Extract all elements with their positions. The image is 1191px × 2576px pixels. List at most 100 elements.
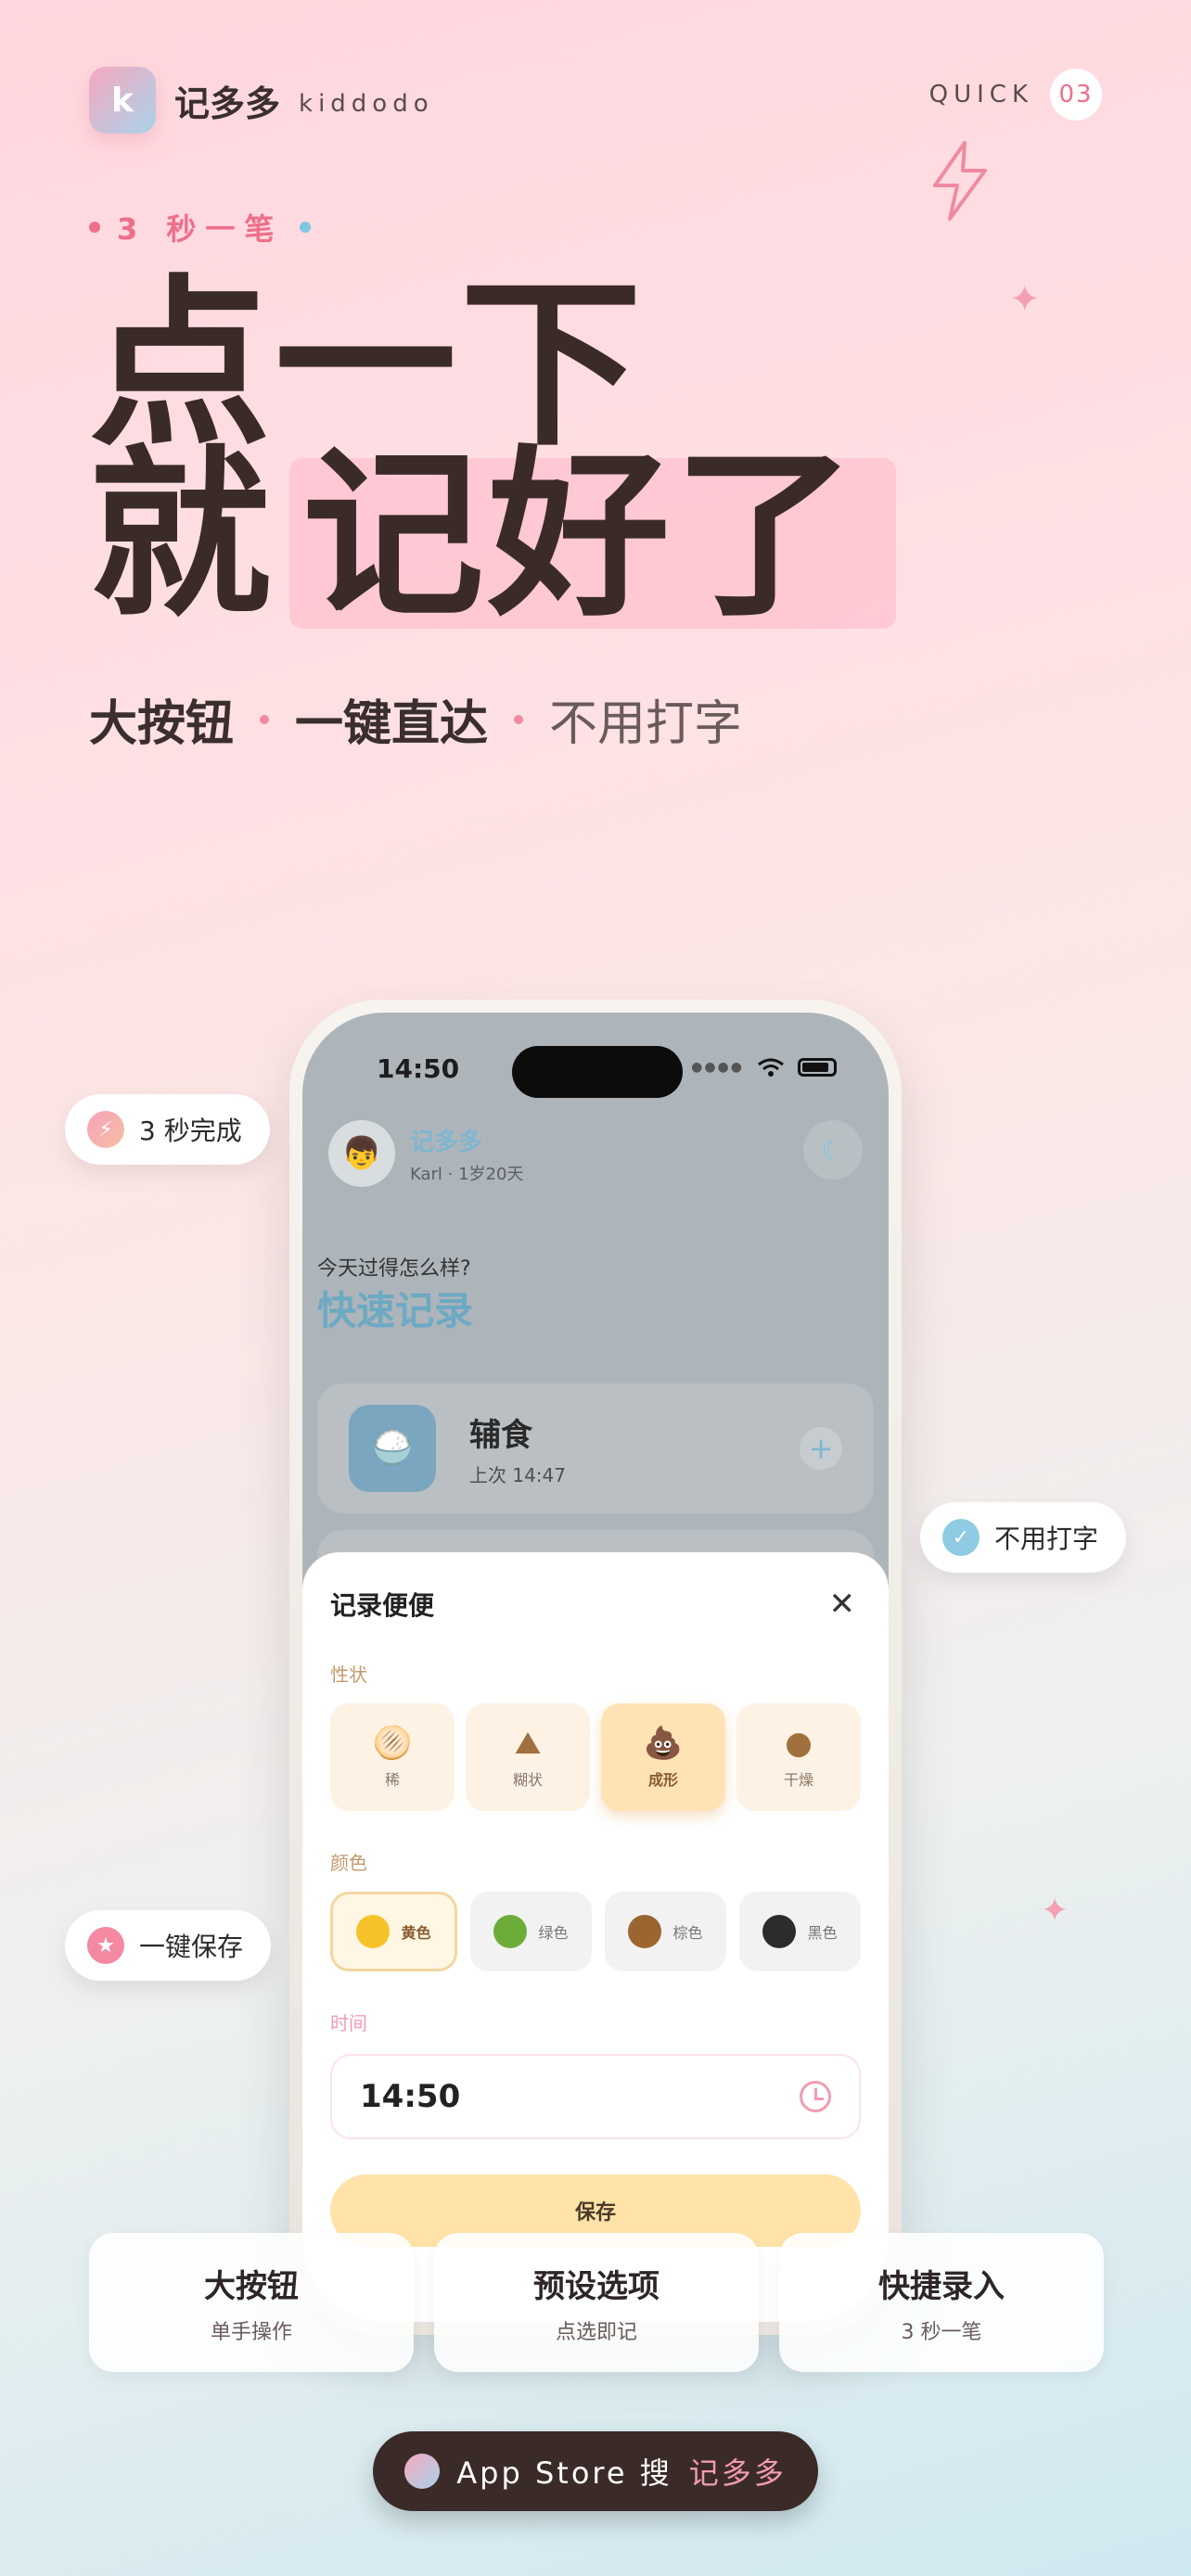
bowl-icon: 🍚 — [349, 1405, 436, 1492]
dot-decoration — [300, 222, 312, 233]
phone-screen: 14:50 ●●●● 👦 记多多 Karl · 1岁20天 ☾ 今天过得怎么样?… — [302, 1013, 889, 2322]
feature-card: 快捷录入 3 秒一笔 — [779, 2233, 1104, 2372]
subline: 大按钮 一键直达 不用打字 — [89, 684, 742, 754]
cellular-icon: ●●●● — [691, 1060, 744, 1075]
shape-option-thin[interactable]: 🫓 稀 — [330, 1703, 455, 1811]
avatar[interactable]: 👦 — [328, 1120, 395, 1187]
shape-option-dry[interactable]: ● 干燥 — [736, 1703, 861, 1811]
record-card-food[interactable]: 🍚 辅食 上次 14:47 + — [317, 1384, 874, 1513]
quick-label: QUICK — [928, 81, 1033, 108]
dot-decoration — [89, 222, 100, 233]
wifi-icon — [758, 1058, 784, 1077]
sparkle-icon: ✦ — [1041, 1892, 1069, 1930]
cta-brand: 记多多 — [688, 2455, 787, 2491]
feature-card: 大按钮 单手操作 — [89, 2233, 414, 2372]
color-options: 黄色 绿色 棕色 黑色 — [330, 1892, 861, 1971]
color-label-text: 棕色 — [672, 1924, 703, 1942]
app-logo-dot — [404, 2454, 441, 2489]
separator-dot — [514, 714, 524, 724]
sparkle-icon: ✦ — [1009, 278, 1041, 321]
user-info: Karl · 1岁20天 — [410, 1164, 524, 1184]
app-header: 👦 记多多 Karl · 1岁20天 ☾ — [328, 1120, 863, 1187]
star-icon: ★ — [87, 1927, 124, 1964]
feature-cards: 大按钮 单手操作 预设选项 点选即记 快捷录入 3 秒一笔 — [89, 2233, 1104, 2372]
color-label-text: 黑色 — [807, 1924, 838, 1942]
feature-pill-fast: ⚡ 3 秒完成 — [65, 1094, 270, 1165]
dynamic-island — [512, 1046, 683, 1098]
status-bar: 14:50 ●●●● — [302, 1046, 889, 1100]
color-label: 颜色 — [330, 1852, 367, 1874]
headline-highlight: 记好了 — [302, 430, 860, 642]
feature-title: 预设选项 — [533, 2267, 660, 2305]
color-label-text: 绿色 — [538, 1924, 569, 1942]
brand-name: 记多多 — [174, 83, 281, 124]
card-text: 辅食 上次 14:47 — [469, 1409, 566, 1487]
headline-part: 就 — [89, 430, 275, 642]
greeting-title: 快速记录 — [317, 1288, 474, 1333]
phone-mockup: 14:50 ●●●● 👦 记多多 Karl · 1岁20天 ☾ 今天过得怎么样?… — [289, 1000, 902, 2335]
moon-icon[interactable]: ☾ — [803, 1120, 863, 1180]
color-swatch — [628, 1915, 662, 1948]
thin-stool-icon: 🫓 — [372, 1725, 413, 1762]
shape-option-formed[interactable]: 💩 成形 — [601, 1703, 725, 1811]
greeting: 今天过得怎么样? — [317, 1257, 471, 1281]
pill-text: 3 秒完成 — [139, 1116, 242, 1146]
clock-icon — [800, 2081, 831, 2112]
color-option-yellow[interactable]: 黄色 — [330, 1892, 457, 1971]
subline-item: 大按钮 — [89, 696, 235, 752]
app-title: 记多多 Karl · 1岁20天 — [410, 1123, 523, 1185]
time-field[interactable]: 14:50 — [330, 2054, 861, 2139]
status-time: 14:50 — [377, 1053, 460, 1084]
battery-icon — [798, 1058, 837, 1077]
feature-title: 快捷录入 — [878, 2267, 1005, 2305]
app-name: 记多多 — [410, 1128, 483, 1156]
quick-number: 03 — [1050, 69, 1102, 121]
headline-line1: 点一下 — [89, 260, 647, 471]
color-label-text: 黄色 — [401, 1924, 431, 1942]
close-icon[interactable]: ✕ — [829, 1586, 856, 1623]
status-icons: ●●●● — [691, 1057, 837, 1078]
feature-sub: 单手操作 — [210, 2320, 292, 2344]
tagline: 3 秒一笔 — [89, 206, 312, 249]
pill-text: 一键保存 — [139, 1932, 244, 1962]
paste-stool-icon: ⛰ — [514, 1725, 542, 1762]
subline-item: 一键直达 — [295, 696, 489, 752]
feature-sub: 3 秒一笔 — [901, 2320, 982, 2344]
card-title: 辅食 — [469, 1417, 532, 1454]
brand-sub: kiddodo — [299, 90, 434, 118]
feature-pill-save: ★ 一键保存 — [65, 1910, 272, 1981]
feature-sub: 点选即记 — [555, 2320, 637, 2344]
subline-item: 不用打字 — [549, 696, 743, 752]
shape-label-text: 干燥 — [783, 1771, 813, 1789]
time-label: 时间 — [330, 2012, 367, 2034]
cta-text: App Store 搜 — [456, 2455, 672, 2491]
quick-indicator: QUICK 03 — [929, 69, 1102, 121]
formed-stool-icon: 💩 — [643, 1725, 684, 1762]
shape-label-text: 稀 — [384, 1771, 400, 1789]
pill-text: 不用打字 — [994, 1524, 1099, 1554]
add-icon[interactable]: + — [800, 1427, 842, 1470]
headline-line2: 就 记好了 — [89, 430, 860, 642]
record-sheet: 记录便便 ✕ 性状 🫓 稀 ⛰ 糊状 💩 成形 ● 干燥 颜色 黄色 绿色 棕色… — [302, 1552, 889, 2322]
feature-title: 大按钮 — [204, 2267, 299, 2305]
color-option-brown[interactable]: 棕色 — [605, 1892, 726, 1971]
color-swatch — [762, 1915, 797, 1948]
app-store-cta[interactable]: App Store 搜 记多多 — [373, 2431, 818, 2511]
check-icon: ✓ — [942, 1519, 980, 1556]
shape-option-paste[interactable]: ⛰ 糊状 — [466, 1703, 590, 1811]
color-swatch — [356, 1915, 391, 1948]
separator-dot — [260, 714, 270, 724]
shape-label-text: 成形 — [647, 1771, 678, 1789]
color-option-black[interactable]: 黑色 — [739, 1892, 861, 1971]
color-option-green[interactable]: 绿色 — [470, 1892, 592, 1971]
feature-pill-no-typing: ✓ 不用打字 — [920, 1502, 1127, 1573]
sheet-title: 记录便便 — [330, 1590, 435, 1621]
tagline-text: 3 秒一笔 — [117, 211, 284, 247]
lightning-icon: ⚡ — [87, 1111, 124, 1148]
brand-header: k 记多多 kiddodo — [89, 67, 434, 134]
shape-label: 性状 — [330, 1664, 367, 1686]
shape-label-text: 糊状 — [512, 1771, 543, 1789]
shape-options: 🫓 稀 ⛰ 糊状 💩 成形 ● 干燥 — [330, 1703, 861, 1811]
app-logo: k — [89, 67, 156, 134]
feature-card: 预设选项 点选即记 — [434, 2233, 759, 2372]
